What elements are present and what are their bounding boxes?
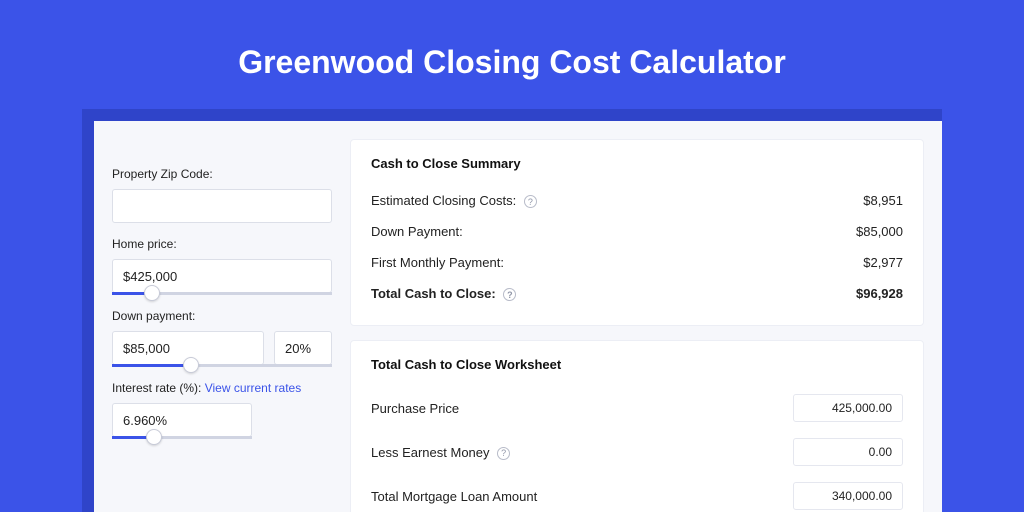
slider-handle[interactable]	[146, 429, 162, 445]
worksheet-row: Less Earnest Money ?	[371, 430, 903, 474]
inputs-column: Property Zip Code: Home price: Down paym…	[112, 139, 332, 512]
summary-total-value: $96,928	[856, 286, 903, 301]
help-icon[interactable]: ?	[524, 195, 537, 208]
worksheet-label: Purchase Price	[371, 401, 459, 416]
summary-value: $8,951	[863, 193, 903, 208]
summary-row: First Monthly Payment: $2,977	[371, 247, 903, 278]
page-title: Greenwood Closing Cost Calculator	[238, 44, 786, 81]
interest-slider[interactable]	[112, 436, 252, 439]
help-icon[interactable]: ?	[503, 288, 516, 301]
summary-title: Cash to Close Summary	[371, 156, 903, 171]
summary-panel: Cash to Close Summary Estimated Closing …	[350, 139, 924, 326]
worksheet-value[interactable]	[793, 438, 903, 466]
summary-value: $85,000	[856, 224, 903, 239]
help-icon[interactable]: ?	[497, 447, 510, 460]
zip-input[interactable]	[112, 189, 332, 223]
interest-label-text: Interest rate (%):	[112, 381, 201, 395]
down-payment-field: Down payment:	[112, 309, 332, 367]
down-payment-pct-input[interactable]	[274, 331, 332, 365]
worksheet-value[interactable]	[793, 394, 903, 422]
worksheet-panel: Total Cash to Close Worksheet Purchase P…	[350, 340, 924, 512]
results-column: Cash to Close Summary Estimated Closing …	[350, 139, 924, 512]
worksheet-title: Total Cash to Close Worksheet	[371, 357, 903, 372]
home-price-slider[interactable]	[112, 292, 332, 295]
worksheet-value[interactable]	[793, 482, 903, 510]
zip-label: Property Zip Code:	[112, 167, 332, 181]
summary-label: Down Payment:	[371, 224, 463, 239]
summary-label: First Monthly Payment:	[371, 255, 504, 270]
summary-label: Estimated Closing Costs:	[371, 193, 516, 208]
interest-input[interactable]	[112, 403, 252, 437]
worksheet-row: Purchase Price	[371, 386, 903, 430]
summary-total-label: Total Cash to Close:	[371, 286, 496, 301]
zip-field: Property Zip Code:	[112, 167, 332, 223]
slider-handle[interactable]	[144, 285, 160, 301]
slider-handle[interactable]	[183, 357, 199, 373]
down-payment-label: Down payment:	[112, 309, 332, 323]
card-shadow: Property Zip Code: Home price: Down paym…	[82, 109, 942, 512]
interest-label: Interest rate (%): View current rates	[112, 381, 332, 395]
view-rates-link[interactable]: View current rates	[205, 381, 302, 395]
summary-value: $2,977	[863, 255, 903, 270]
interest-field: Interest rate (%): View current rates	[112, 381, 332, 439]
home-price-label: Home price:	[112, 237, 332, 251]
down-payment-slider[interactable]	[112, 364, 332, 367]
summary-total-row: Total Cash to Close: ? $96,928	[371, 278, 903, 309]
worksheet-label: Less Earnest Money	[371, 445, 490, 460]
worksheet-row: Total Mortgage Loan Amount	[371, 474, 903, 512]
summary-row: Estimated Closing Costs: ? $8,951	[371, 185, 903, 216]
summary-row: Down Payment: $85,000	[371, 216, 903, 247]
worksheet-label: Total Mortgage Loan Amount	[371, 489, 537, 504]
calculator-card: Property Zip Code: Home price: Down paym…	[94, 121, 942, 512]
home-price-field: Home price:	[112, 237, 332, 295]
